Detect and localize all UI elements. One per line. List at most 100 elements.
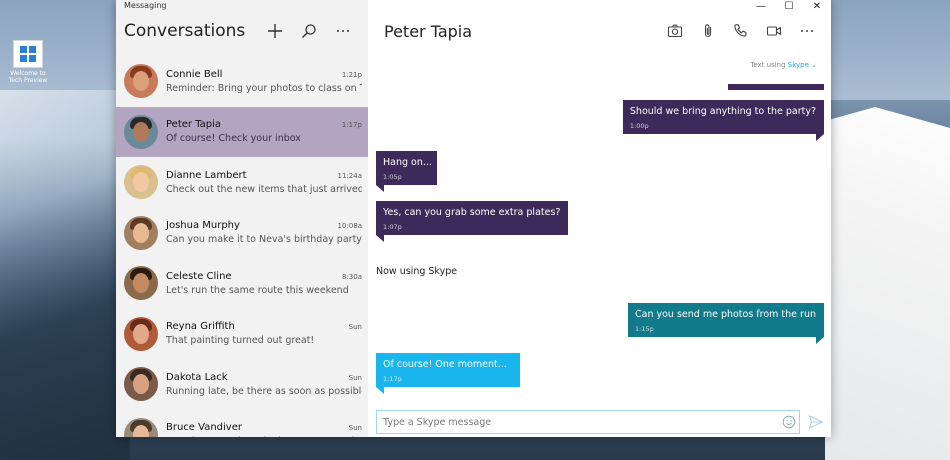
avatar xyxy=(124,417,158,437)
contact-name: Celeste Cline xyxy=(166,270,232,282)
conversation-row[interactable]: Celeste Cline 8:30a Let's run the same r… xyxy=(116,258,368,309)
message-text: Of course! One moment... xyxy=(383,359,507,370)
conversations-pane: Messaging Conversations Connie Bell 1:21… xyxy=(116,0,368,437)
conversation-text: Joshua Murphy 10:08a Can you make it to … xyxy=(166,220,362,245)
chat-header: Peter Tapia xyxy=(384,18,823,44)
message-time: 1:17p xyxy=(383,375,402,383)
contact-name: Dakota Lack xyxy=(166,371,228,383)
conversation-text: Dianne Lambert 11:24a Check out the new … xyxy=(166,170,362,195)
conversation-top-line: Dakota Lack Sun xyxy=(166,372,362,383)
mountain-right xyxy=(825,100,950,460)
conversations-header: Conversations xyxy=(124,16,360,46)
conversation-preview: Heard we may be asked to present at the … xyxy=(166,436,362,437)
conversation-time: 8:30a xyxy=(341,272,362,281)
conversation-preview: Running late, be there as soon as possib… xyxy=(166,385,362,397)
emoji-button[interactable] xyxy=(779,412,799,432)
call-button[interactable] xyxy=(724,18,757,44)
conversation-row[interactable]: Bruce Vandiver Sun Heard we may be asked… xyxy=(116,410,368,437)
conversation-top-line: Bruce Vandiver Sun xyxy=(166,422,362,433)
avatar-face xyxy=(133,374,149,395)
paperclip-icon xyxy=(704,24,711,38)
service-name: Skype ⌄ xyxy=(787,61,817,69)
attach-button[interactable] xyxy=(691,18,724,44)
conversation-text: Connie Bell 1:21p Reminder: Bring your p… xyxy=(166,69,362,94)
message-bubble-incoming: Hang on... 1:05p xyxy=(376,151,437,192)
mountain-left xyxy=(0,90,130,460)
conversation-top-line: Connie Bell 1:21p xyxy=(166,69,362,80)
avatar-face xyxy=(133,172,149,193)
avatar xyxy=(124,165,158,200)
service-selector[interactable]: Text using Skype ⌄ xyxy=(750,61,817,69)
send-button[interactable] xyxy=(806,412,826,432)
conversation-row[interactable]: Connie Bell 1:21p Reminder: Bring your p… xyxy=(116,56,368,107)
conversation-preview: Check out the new items that just arrive… xyxy=(166,183,362,195)
window-title: Messaging xyxy=(124,1,167,10)
conversation-row[interactable]: Dakota Lack Sun Running late, be there a… xyxy=(116,359,368,410)
message-text: Yes, can you grab some extra plates? xyxy=(383,207,561,218)
conversation-time: Sun xyxy=(348,424,362,433)
more-options-button[interactable] xyxy=(326,17,360,45)
message-bubble-incoming: Yes, can you grab some extra plates? 1:0… xyxy=(376,201,569,242)
message-input[interactable] xyxy=(377,416,779,428)
conversation-top-line: Celeste Cline 8:30a xyxy=(166,271,362,282)
message-bubble-incoming: Of course! One moment... 1:17p xyxy=(376,353,520,394)
new-conversation-button[interactable] xyxy=(258,17,292,45)
minimize-button[interactable]: — xyxy=(747,0,775,12)
conversation-time: 1:17p xyxy=(341,121,362,130)
conversation-top-line: Dianne Lambert 11:24a xyxy=(166,170,362,181)
conversation-list: Connie Bell 1:21p Reminder: Bring your p… xyxy=(116,56,368,437)
conversation-preview: Reminder: Bring your photos to class on … xyxy=(166,82,362,94)
message-time: 1:00p xyxy=(629,122,649,130)
avatar xyxy=(124,367,158,402)
service-status: Now using Skype xyxy=(376,266,458,277)
avatar xyxy=(124,266,158,301)
conversation-row[interactable]: Joshua Murphy 10:08a Can you make it to … xyxy=(116,208,368,259)
avatar-face xyxy=(133,71,149,92)
conversation-row[interactable]: Peter Tapia 1:17p Of course! Check your … xyxy=(116,106,368,157)
avatar-face xyxy=(133,273,149,294)
message-text: Should we bring anything to the party? xyxy=(629,106,816,117)
messaging-window: Messaging Conversations Connie Bell 1:21… xyxy=(116,0,831,437)
text-using-label: Text using xyxy=(750,61,786,69)
conversation-preview: Can you make it to Neva's birthday party… xyxy=(166,234,362,246)
contact-name: Reyna Griffith xyxy=(166,321,235,333)
conversation-top-line: Joshua Murphy 10:08a xyxy=(166,220,362,231)
conversation-row[interactable]: Dianne Lambert 11:24a Check out the new … xyxy=(116,157,368,208)
conversation-top-line: Reyna Griffith Sun xyxy=(166,321,362,332)
chat-contact-name: Peter Tapia xyxy=(384,21,473,41)
message-text: Hang on... xyxy=(383,157,432,168)
ellipsis-icon xyxy=(337,30,349,32)
desktop-shortcut[interactable]: Welcome to Tech Preview xyxy=(8,40,48,88)
conversation-preview: That painting turned out great! xyxy=(166,335,315,347)
previous-message-tail xyxy=(728,84,824,90)
conversation-text: Peter Tapia 1:17p Of course! Check your … xyxy=(166,119,362,144)
phone-icon xyxy=(733,24,746,37)
send-icon xyxy=(808,415,824,429)
windows-logo-icon xyxy=(13,40,43,68)
conversation-time: 11:24a xyxy=(337,171,362,180)
avatar xyxy=(124,316,158,351)
chat-more-button[interactable] xyxy=(790,18,823,44)
contact-name: Joshua Murphy xyxy=(166,220,240,232)
message-time: 1:07p xyxy=(383,223,402,231)
close-button[interactable]: ✕ xyxy=(803,0,831,12)
maximize-button[interactable]: ☐ xyxy=(775,0,803,12)
conversation-row[interactable]: Reyna Griffith Sun That painting turned … xyxy=(116,309,368,360)
conversation-time: 10:08a xyxy=(337,222,362,231)
message-time: 1:15p xyxy=(634,325,654,333)
window-controls: — ☐ ✕ xyxy=(747,0,831,12)
chat-pane: — ☐ ✕ Peter Tapia Text using Skype ⌄ Sho… xyxy=(368,0,831,437)
camera-button[interactable] xyxy=(658,18,691,44)
conversation-preview: Of course! Check your inbox xyxy=(166,133,301,145)
contact-name: Dianne Lambert xyxy=(166,169,247,181)
message-text: Can you send me photos from the run xyxy=(634,309,816,320)
avatar xyxy=(124,114,158,149)
conversations-title: Conversations xyxy=(124,21,246,41)
video-icon xyxy=(766,26,781,36)
avatar xyxy=(124,64,158,99)
smiley-icon xyxy=(782,415,796,429)
conversation-text: Bruce Vandiver Sun Heard we may be asked… xyxy=(166,422,362,437)
search-button[interactable] xyxy=(292,17,326,45)
video-call-button[interactable] xyxy=(757,18,790,44)
contact-name: Peter Tapia xyxy=(166,119,222,131)
